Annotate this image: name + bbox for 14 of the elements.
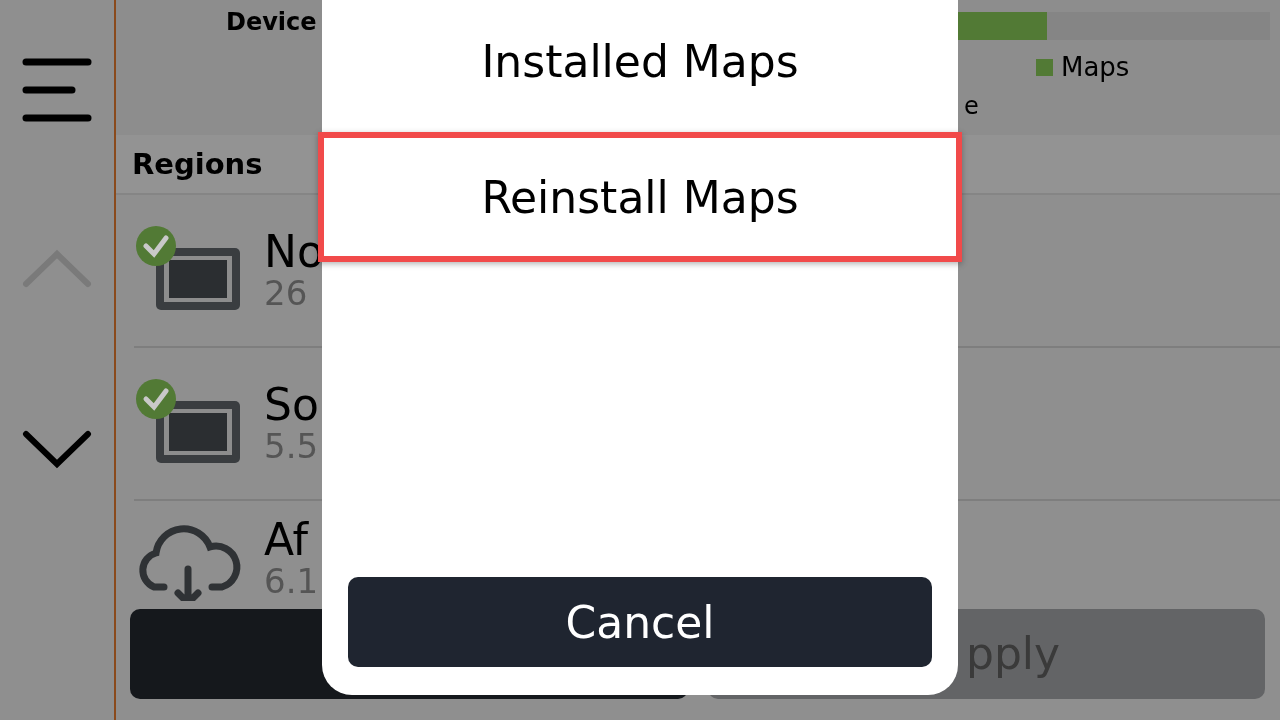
device-label: Device [226,8,317,36]
scroll-down-icon[interactable] [22,430,92,470]
region-size: 5.5 [264,427,319,466]
dialog-option[interactable]: Reinstall Maps [318,132,962,262]
legend-swatch [1036,58,1053,76]
menu-icon[interactable] [22,58,92,122]
region-name: Af [264,517,310,564]
region-name: So [264,381,319,428]
caption-text: e [964,92,979,120]
cancel-button[interactable]: Cancel [348,577,932,667]
legend-label: Maps [1061,52,1130,82]
region-size: 6.1 [264,563,319,601]
region-size: 26 [264,274,309,313]
regions-title: Regions [132,147,263,181]
